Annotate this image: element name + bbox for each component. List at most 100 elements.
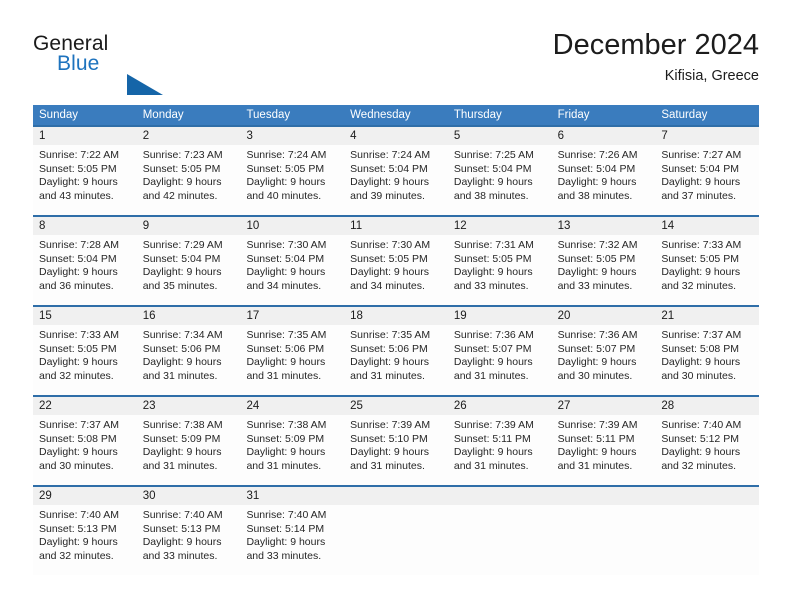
day-cell[interactable]: Sunrise: 7:40 AM Sunset: 5:13 PM Dayligh… xyxy=(33,505,137,575)
day-cell[interactable]: Sunrise: 7:30 AM Sunset: 5:04 PM Dayligh… xyxy=(240,235,344,305)
daylight-text-line1: Daylight: 9 hours xyxy=(142,356,222,369)
day-cell[interactable]: Sunrise: 7:28 AM Sunset: 5:04 PM Dayligh… xyxy=(33,235,137,305)
daylight-text-line1: Daylight: 9 hours xyxy=(453,356,533,369)
day-number[interactable]: 27 xyxy=(552,397,656,415)
day-cell[interactable]: Sunrise: 7:33 AM Sunset: 5:05 PM Dayligh… xyxy=(33,325,137,395)
daylight-text-line1: Daylight: 9 hours xyxy=(350,446,429,459)
week-date-band: 15 16 17 18 19 20 21 xyxy=(33,307,759,325)
daylight-text-line2: and 33 minutes. xyxy=(142,549,218,562)
day-number[interactable]: 15 xyxy=(33,307,137,325)
daylight-text-line1: Daylight: 9 hours xyxy=(246,536,326,549)
triangle-flag-icon xyxy=(127,74,163,95)
day-cell[interactable]: Sunrise: 7:24 AM Sunset: 5:05 PM Dayligh… xyxy=(240,145,344,215)
day-cell[interactable]: Sunrise: 7:23 AM Sunset: 5:05 PM Dayligh… xyxy=(137,145,241,215)
sunrise-text: Sunrise: 7:30 AM xyxy=(246,239,327,251)
daylight-text-line1: Daylight: 9 hours xyxy=(557,356,637,369)
weekday-header-tuesday: Tuesday xyxy=(246,109,291,121)
daylight-text-line2: and 33 minutes. xyxy=(246,549,322,562)
sunrise-text: Sunrise: 7:37 AM xyxy=(39,419,119,431)
day-cell[interactable]: Sunrise: 7:38 AM Sunset: 5:09 PM Dayligh… xyxy=(137,415,241,485)
day-number[interactable]: 21 xyxy=(655,307,759,325)
day-cell[interactable]: Sunrise: 7:29 AM Sunset: 5:04 PM Dayligh… xyxy=(137,235,241,305)
sunset-text: Sunset: 5:08 PM xyxy=(39,432,117,445)
day-number[interactable]: 29 xyxy=(33,487,137,505)
day-number[interactable]: 2 xyxy=(137,127,241,145)
weekday-header-thursday: Thursday xyxy=(453,109,502,121)
sunset-text: Sunset: 5:12 PM xyxy=(661,432,739,445)
calendar-week-row: 8 9 10 11 12 13 14 Sunrise: 7:28 AM Suns… xyxy=(33,215,759,305)
sunset-text: Sunset: 5:04 PM xyxy=(453,162,532,175)
day-cell[interactable]: Sunrise: 7:36 AM Sunset: 5:07 PM Dayligh… xyxy=(448,325,552,395)
day-cell[interactable]: Sunrise: 7:30 AM Sunset: 5:05 PM Dayligh… xyxy=(344,235,448,305)
day-number-empty xyxy=(344,487,448,505)
daylight-text-line1: Daylight: 9 hours xyxy=(142,176,222,189)
day-cell[interactable]: Sunrise: 7:39 AM Sunset: 5:11 PM Dayligh… xyxy=(448,415,552,485)
day-number[interactable]: 3 xyxy=(240,127,344,145)
week-detail-row: Sunrise: 7:33 AM Sunset: 5:05 PM Dayligh… xyxy=(33,325,759,395)
day-cell[interactable]: Sunrise: 7:24 AM Sunset: 5:04 PM Dayligh… xyxy=(344,145,448,215)
brand-logo[interactable]: General Blue xyxy=(33,33,213,95)
day-cell[interactable]: Sunrise: 7:22 AM Sunset: 5:05 PM Dayligh… xyxy=(33,145,137,215)
day-number[interactable]: 24 xyxy=(240,397,344,415)
sunset-text: Sunset: 5:05 PM xyxy=(39,342,117,355)
day-cell[interactable]: Sunrise: 7:40 AM Sunset: 5:13 PM Dayligh… xyxy=(137,505,241,575)
day-number[interactable]: 25 xyxy=(344,397,448,415)
day-cell[interactable]: Sunrise: 7:40 AM Sunset: 5:14 PM Dayligh… xyxy=(240,505,344,575)
day-number[interactable]: 8 xyxy=(33,217,137,235)
day-number[interactable]: 12 xyxy=(448,217,552,235)
day-cell[interactable]: Sunrise: 7:40 AM Sunset: 5:12 PM Dayligh… xyxy=(655,415,759,485)
day-cell[interactable]: Sunrise: 7:33 AM Sunset: 5:05 PM Dayligh… xyxy=(655,235,759,305)
day-number[interactable]: 28 xyxy=(655,397,759,415)
day-number[interactable]: 4 xyxy=(344,127,448,145)
day-cell[interactable]: Sunrise: 7:26 AM Sunset: 5:04 PM Dayligh… xyxy=(552,145,656,215)
sunset-text: Sunset: 5:10 PM xyxy=(350,432,428,445)
day-number[interactable]: 19 xyxy=(448,307,552,325)
day-number[interactable]: 7 xyxy=(655,127,759,145)
day-number[interactable]: 17 xyxy=(240,307,344,325)
sunset-text: Sunset: 5:04 PM xyxy=(246,252,325,265)
day-number[interactable]: 18 xyxy=(344,307,448,325)
day-cell[interactable]: Sunrise: 7:32 AM Sunset: 5:05 PM Dayligh… xyxy=(552,235,656,305)
day-cell[interactable]: Sunrise: 7:31 AM Sunset: 5:05 PM Dayligh… xyxy=(448,235,552,305)
day-number[interactable]: 6 xyxy=(552,127,656,145)
day-cell[interactable]: Sunrise: 7:25 AM Sunset: 5:04 PM Dayligh… xyxy=(448,145,552,215)
day-number[interactable]: 11 xyxy=(344,217,448,235)
sunrise-text: Sunrise: 7:24 AM xyxy=(350,149,431,161)
day-cell[interactable]: Sunrise: 7:37 AM Sunset: 5:08 PM Dayligh… xyxy=(655,325,759,395)
weekday-header-monday: Monday xyxy=(142,109,184,121)
daylight-text-line1: Daylight: 9 hours xyxy=(557,446,637,459)
day-number[interactable]: 10 xyxy=(240,217,344,235)
sunrise-text: Sunrise: 7:27 AM xyxy=(661,149,742,161)
sunset-text: Sunset: 5:06 PM xyxy=(350,342,428,355)
day-cell[interactable]: Sunrise: 7:37 AM Sunset: 5:08 PM Dayligh… xyxy=(33,415,137,485)
daylight-text-line2: and 34 minutes. xyxy=(246,279,322,292)
day-number[interactable]: 30 xyxy=(137,487,241,505)
day-cell[interactable]: Sunrise: 7:35 AM Sunset: 5:06 PM Dayligh… xyxy=(344,325,448,395)
day-number[interactable]: 22 xyxy=(33,397,137,415)
day-cell[interactable]: Sunrise: 7:35 AM Sunset: 5:06 PM Dayligh… xyxy=(240,325,344,395)
daylight-text-line2: and 34 minutes. xyxy=(350,279,425,292)
page-header: General Blue December 2024 Kifisia, Gree… xyxy=(0,0,792,100)
day-cell[interactable]: Sunrise: 7:36 AM Sunset: 5:07 PM Dayligh… xyxy=(552,325,656,395)
daylight-text-line2: and 31 minutes. xyxy=(246,369,322,382)
day-number[interactable]: 5 xyxy=(448,127,552,145)
day-cell[interactable]: Sunrise: 7:39 AM Sunset: 5:11 PM Dayligh… xyxy=(552,415,656,485)
sunrise-text: Sunrise: 7:40 AM xyxy=(661,419,742,431)
day-cell[interactable]: Sunrise: 7:34 AM Sunset: 5:06 PM Dayligh… xyxy=(137,325,241,395)
sunrise-text: Sunrise: 7:33 AM xyxy=(39,329,119,341)
day-number[interactable]: 16 xyxy=(137,307,241,325)
day-number[interactable]: 14 xyxy=(655,217,759,235)
day-number-empty xyxy=(448,487,552,505)
day-number[interactable]: 13 xyxy=(552,217,656,235)
day-cell[interactable]: Sunrise: 7:27 AM Sunset: 5:04 PM Dayligh… xyxy=(655,145,759,215)
day-number[interactable]: 20 xyxy=(552,307,656,325)
day-number[interactable]: 26 xyxy=(448,397,552,415)
day-number[interactable]: 9 xyxy=(137,217,241,235)
day-number[interactable]: 31 xyxy=(240,487,344,505)
day-cell[interactable]: Sunrise: 7:38 AM Sunset: 5:09 PM Dayligh… xyxy=(240,415,344,485)
day-cell[interactable]: Sunrise: 7:39 AM Sunset: 5:10 PM Dayligh… xyxy=(344,415,448,485)
day-number[interactable]: 1 xyxy=(33,127,137,145)
sunset-text: Sunset: 5:05 PM xyxy=(661,252,739,265)
calendar-week-row: 15 16 17 18 19 20 21 Sunrise: 7:33 AM Su… xyxy=(33,305,759,395)
day-number[interactable]: 23 xyxy=(137,397,241,415)
